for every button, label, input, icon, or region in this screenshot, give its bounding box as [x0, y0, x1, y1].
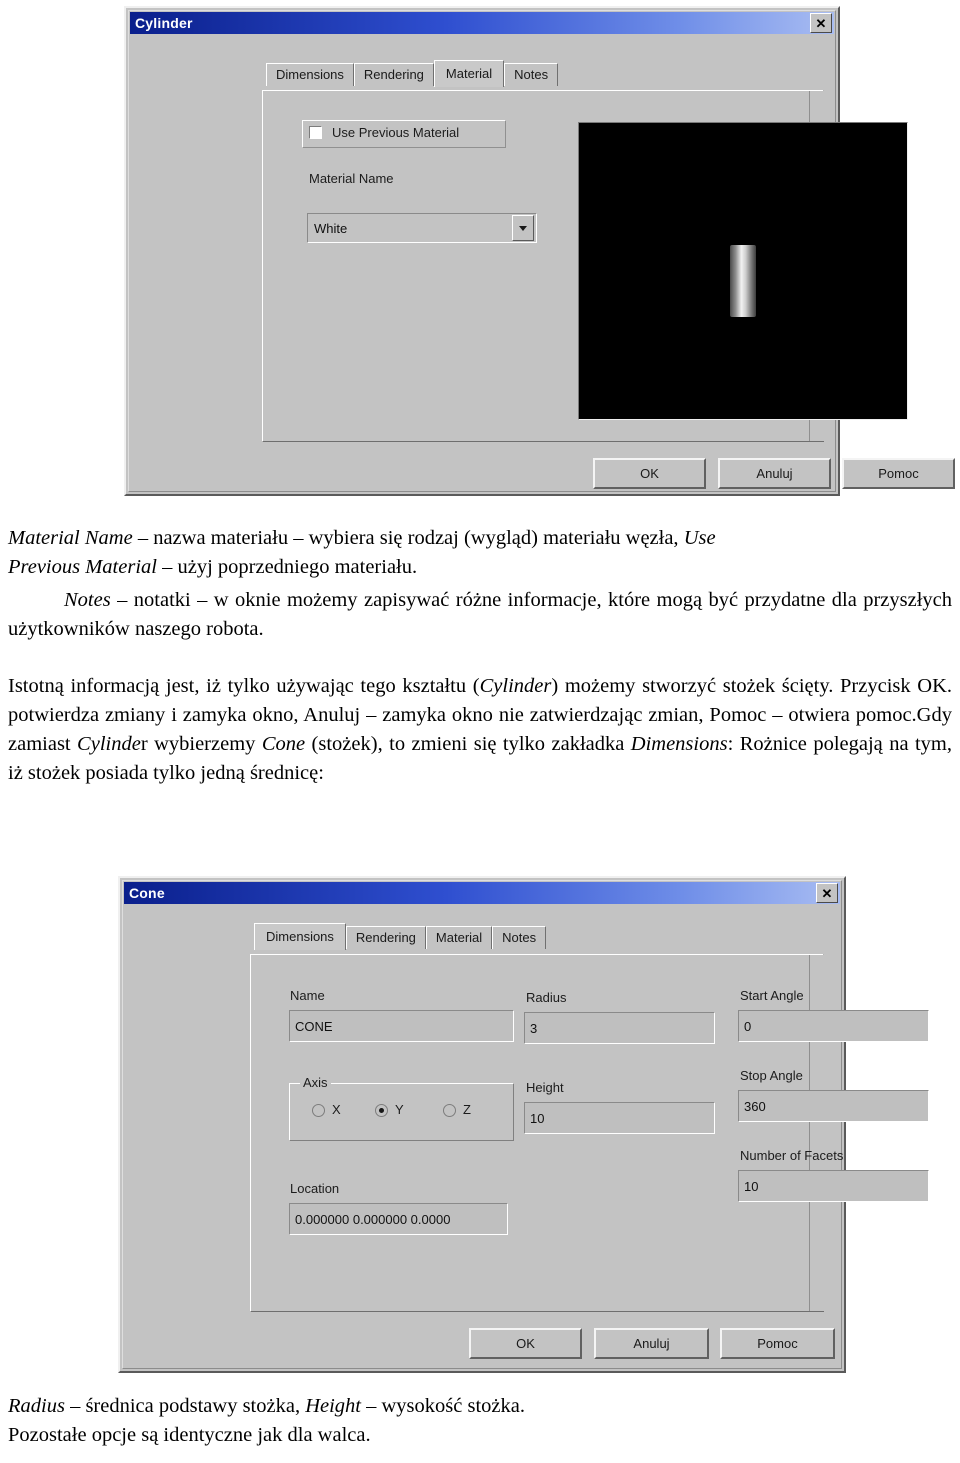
paragraph-material-name: Material Name – nazwa materiału – wybier…: [8, 524, 952, 582]
axis-radio-y-label: Y: [395, 1102, 404, 1117]
axis-radio-y[interactable]: [375, 1104, 388, 1117]
p3-text-c: r wybierzemy: [140, 733, 262, 755]
cancel-button[interactable]: Anuluj: [594, 1328, 709, 1359]
material-name-value: White: [314, 220, 348, 236]
p3-term-cone: Cone: [261, 733, 306, 755]
tab-rendering[interactable]: Rendering: [353, 63, 434, 86]
height-label: Height: [526, 1080, 564, 1095]
radius-label: Radius: [526, 990, 567, 1005]
cone-dialog: Cone ✕ Dimensions Rendering Material Not…: [118, 876, 929, 1373]
p1-text-a: – nazwa materiału – wybiera się rodzaj (…: [132, 527, 684, 549]
axis-radio-x[interactable]: [312, 1104, 325, 1117]
tab-dimensions-label: Dimensions: [266, 929, 334, 944]
cone-tabstrip: Dimensions Rendering Material Notes: [254, 923, 547, 950]
cylinder-title: Cylinder: [135, 15, 193, 31]
material-preview: [578, 122, 908, 420]
location-label: Location: [290, 1181, 340, 1196]
p1-term-use: Use: [683, 527, 716, 549]
axis-radio-x-label: X: [332, 1102, 341, 1117]
cylinder-tabstrip: Dimensions Rendering Material Notes: [266, 60, 559, 87]
tab-notes-label: Notes: [514, 67, 549, 82]
start-angle-label: Start Angle: [740, 988, 804, 1003]
use-previous-material-frame: [302, 120, 506, 148]
p4-term-height: Height: [305, 1395, 361, 1417]
ok-button[interactable]: OK: [593, 458, 706, 489]
facets-input[interactable]: 10: [738, 1170, 929, 1202]
tab-notes[interactable]: Notes: [504, 63, 559, 86]
height-input[interactable]: 10: [524, 1102, 715, 1134]
start-angle-input[interactable]: 0: [738, 1010, 929, 1042]
close-icon[interactable]: ✕: [810, 13, 832, 33]
p4-text-b: – wysokość stożka.: [361, 1395, 525, 1417]
paragraph-notes: Notes – notatki – w oknie możemy zapisyw…: [8, 586, 952, 644]
paragraph-description: Istotną informacją jest, iż tylko używaj…: [8, 672, 952, 788]
axis-radio-z[interactable]: [443, 1104, 456, 1117]
radius-input[interactable]: 3: [524, 1012, 715, 1044]
p3-term-cylinder: Cylinder: [479, 675, 552, 697]
axis-label: Axis: [300, 1075, 331, 1090]
chevron-down-icon[interactable]: [512, 215, 534, 241]
name-label: Name: [290, 988, 325, 1003]
tab-material-label: Material: [445, 66, 493, 81]
tab-notes-label: Notes: [502, 930, 537, 945]
p1-term-previous-material: Previous Material: [8, 556, 157, 578]
ok-button[interactable]: OK: [469, 1328, 582, 1359]
p1-text-b: – użyj poprzedniego materiału.: [156, 556, 418, 578]
cone-title: Cone: [129, 885, 165, 901]
name-input[interactable]: CONE: [289, 1010, 514, 1042]
p3-term-cylinde: Cylinde: [77, 733, 141, 755]
p2-text: – notatki – w oknie możemy zapisywać róż…: [8, 589, 952, 640]
p4-term-radius: Radius: [8, 1395, 65, 1417]
cylinder-titlebar[interactable]: Cylinder ✕: [130, 12, 834, 34]
help-button[interactable]: Pomoc: [720, 1328, 835, 1359]
cancel-button[interactable]: Anuluj: [718, 458, 831, 489]
tab-material[interactable]: Material: [433, 60, 505, 87]
cylinder-preview-shape: [730, 245, 756, 317]
tab-rendering-label: Rendering: [355, 930, 416, 945]
cylinder-dialog: Cylinder ✕ Dimensions Rendering Material…: [124, 6, 955, 496]
tab-material[interactable]: Material: [425, 926, 493, 949]
p2-term-notes: Notes: [64, 589, 111, 611]
paragraph-radius-height: Radius – średnica podstawy stożka, Heigh…: [8, 1392, 952, 1450]
cone-titlebar[interactable]: Cone ✕: [124, 882, 840, 904]
close-icon[interactable]: ✕: [816, 883, 838, 903]
p3-term-dimensions: Dimensions: [630, 733, 728, 755]
p3-text-a: Istotną informacją jest, iż tylko używaj…: [8, 675, 480, 697]
location-input[interactable]: 0.000000 0.000000 0.0000: [289, 1203, 508, 1235]
panel-scroll-edge: [809, 955, 824, 1311]
material-name-label: Material Name: [309, 171, 394, 186]
material-name-combo[interactable]: White: [307, 213, 537, 243]
p3-text-d: (stożek), to zmieni się tylko zakładka: [305, 733, 631, 755]
facets-label: Number of Facets: [740, 1148, 844, 1163]
p4-text-c: Pozostałe opcje są identyczne jak dla wa…: [8, 1424, 371, 1446]
help-button[interactable]: Pomoc: [842, 458, 955, 489]
tab-dimensions[interactable]: Dimensions: [266, 63, 354, 86]
p1-term-material-name: Material Name: [8, 527, 133, 549]
stop-angle-input[interactable]: 360: [738, 1090, 929, 1122]
tab-rendering-label: Rendering: [363, 67, 424, 82]
tab-notes[interactable]: Notes: [492, 926, 547, 949]
axis-radio-z-label: Z: [463, 1102, 471, 1117]
p4-text-a: – średnica podstawy stożka,: [64, 1395, 306, 1417]
tab-dimensions-label: Dimensions: [276, 67, 344, 82]
tab-material-label: Material: [435, 930, 483, 945]
stop-angle-label: Stop Angle: [740, 1068, 803, 1083]
tab-dimensions[interactable]: Dimensions: [254, 923, 346, 950]
tab-rendering[interactable]: Rendering: [345, 926, 426, 949]
